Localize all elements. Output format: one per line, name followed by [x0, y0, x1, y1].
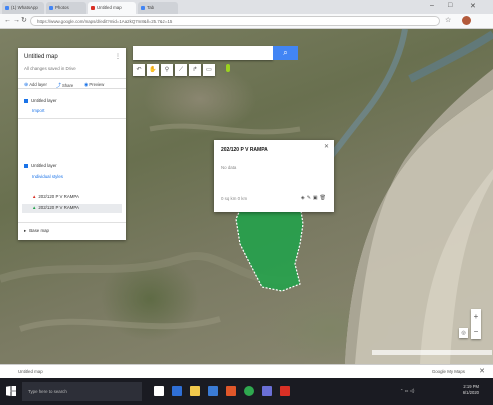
share-button[interactable]: ⤴Share	[56, 82, 73, 89]
select-hand-icon[interactable]: ✋	[147, 64, 159, 76]
tab-label: Photos	[55, 5, 69, 10]
taskbar-clock[interactable]: 2:19 PM 6/1/2020	[463, 384, 479, 396]
marker-icon[interactable]: ⚲	[161, 64, 173, 76]
layer-label: Untitled layer	[31, 98, 57, 103]
windows-taskbar: Type here to search ⌃ ▭ ◁) 2:19 PM 6/1/2…	[0, 378, 493, 405]
maximize-button[interactable]: □	[448, 2, 452, 9]
my-location-icon[interactable]: ◎	[459, 328, 468, 338]
polygon-icon: ▲	[32, 205, 37, 210]
reload-icon[interactable]: ↻	[21, 17, 27, 25]
forward-arrow-icon[interactable]: →	[13, 17, 20, 25]
feature-item[interactable]: ▲ 202/120 P V RAMPA	[32, 194, 79, 199]
profile-avatar[interactable]	[462, 16, 471, 25]
delete-icon[interactable]: 🗑	[320, 195, 328, 201]
bookmark-star-icon[interactable]: ☆	[445, 16, 451, 24]
tab-favicon-icon	[49, 6, 53, 10]
zoom-in-button[interactable]: +	[471, 309, 481, 324]
feature-description: No data	[221, 165, 237, 170]
url-input[interactable]: https://www.google.com/maps/d/edit?mid=1…	[30, 16, 440, 26]
close-icon[interactable]: ✕	[479, 367, 485, 375]
tab-label: Untitled map	[97, 5, 122, 10]
task-view-icon[interactable]	[154, 386, 164, 396]
map-side-panel: Untitled map All changes saved in Drive …	[18, 48, 126, 240]
app-icon[interactable]	[262, 386, 272, 396]
search-button[interactable]: ⌕	[273, 46, 298, 60]
store-icon[interactable]	[208, 386, 218, 396]
office-icon[interactable]	[226, 386, 236, 396]
feature-info-card: 202/120 P V RAMPA ✕ No data 0 sq km 0 km…	[214, 140, 334, 212]
base-map-row[interactable]: ▸ Base map	[24, 228, 49, 234]
add-layer-button[interactable]: ⊕Add layer	[24, 82, 47, 88]
more-options-icon[interactable]: ⋮	[115, 53, 121, 60]
clock-date: 6/1/2020	[462, 390, 479, 395]
tab-favicon-icon	[141, 6, 145, 10]
undo-icon[interactable]: ↶	[133, 64, 145, 76]
tab-label: (1) WhatsApp	[11, 5, 38, 10]
style-link[interactable]: Individual styles	[32, 174, 63, 179]
draw-line-icon[interactable]: ⟋	[175, 64, 187, 76]
layer-row[interactable]: Untitled layer	[24, 98, 57, 103]
layer-row[interactable]: Untitled layer	[24, 163, 57, 168]
feature-item-selected[interactable]: ▲ 202/120 P V RAMPA	[32, 205, 79, 210]
map-search-input[interactable]	[133, 46, 273, 60]
map-attribution	[372, 350, 492, 355]
map-pin-icon[interactable]	[226, 64, 230, 72]
browser-tab[interactable]: Photos	[46, 2, 86, 14]
close-window-button[interactable]: ✕	[470, 2, 476, 10]
feature-actions: ◈✎▣🗑	[301, 195, 328, 201]
bottom-bar-left: Untitled map	[18, 369, 43, 374]
bottom-bar-right[interactable]: Google My Maps	[432, 369, 465, 374]
ruler-icon[interactable]: ▭	[203, 64, 215, 76]
app-icon[interactable]	[280, 386, 290, 396]
divider	[18, 118, 126, 119]
minimize-button[interactable]: –	[430, 2, 434, 9]
chrome-icon[interactable]	[244, 386, 254, 396]
search-icon: ⌕	[283, 48, 288, 57]
tab-favicon-icon	[91, 6, 95, 10]
directions-icon[interactable]: ↱	[189, 64, 201, 76]
close-icon[interactable]: ✕	[324, 143, 329, 150]
browser-tab[interactable]: (1) WhatsApp	[2, 2, 44, 14]
browser-tab-strip: (1) WhatsApp Photos Untitled map Tab – □…	[0, 0, 493, 14]
expand-arrow-icon: ▸	[24, 228, 27, 233]
save-status: All changes saved in Drive	[24, 66, 76, 71]
windows-start-icon[interactable]	[6, 386, 16, 396]
divider	[18, 222, 126, 223]
drawing-toolbar: ↶ ✋ ⚲ ⟋ ↱ ▭	[133, 64, 215, 76]
address-bar-row: ← → ↻ https://www.google.com/maps/d/edit…	[0, 14, 493, 29]
panel-actions: ⊕Add layer ⤴Share ◉Preview	[18, 78, 126, 89]
layer-label: Untitled layer	[31, 163, 57, 168]
layer-checkbox[interactable]	[24, 163, 28, 168]
preview-icon: ◉	[84, 82, 89, 88]
layer-checkbox[interactable]	[24, 98, 28, 103]
taskbar-search-input[interactable]: Type here to search	[22, 382, 142, 401]
add-layer-icon: ⊕	[24, 82, 29, 88]
edge-browser-icon[interactable]	[172, 386, 182, 396]
preview-button[interactable]: ◉Preview	[84, 82, 104, 88]
bottom-bar: Untitled map Google My Maps ✕	[0, 364, 493, 378]
back-arrow-icon[interactable]: ←	[4, 17, 11, 25]
feature-measurements: 0 sq km 0 km	[221, 196, 248, 201]
browser-tab[interactable]: Tab	[138, 2, 178, 14]
share-icon: ⤴	[56, 83, 62, 89]
feature-title: 202/120 P V RAMPA	[221, 147, 268, 153]
zoom-control: + −	[471, 309, 481, 339]
polygon-icon: ▲	[32, 194, 37, 199]
system-tray-icons[interactable]: ⌃ ▭ ◁)	[400, 388, 414, 393]
tab-label: Tab	[147, 5, 155, 10]
file-explorer-icon[interactable]	[190, 386, 200, 396]
zoom-out-button[interactable]: −	[471, 324, 481, 339]
camera-icon[interactable]: ▣	[313, 195, 320, 201]
browser-tab-active[interactable]: Untitled map	[88, 2, 136, 14]
map-title[interactable]: Untitled map	[24, 54, 58, 60]
tab-favicon-icon	[5, 6, 9, 10]
import-link[interactable]: Import	[32, 108, 44, 113]
